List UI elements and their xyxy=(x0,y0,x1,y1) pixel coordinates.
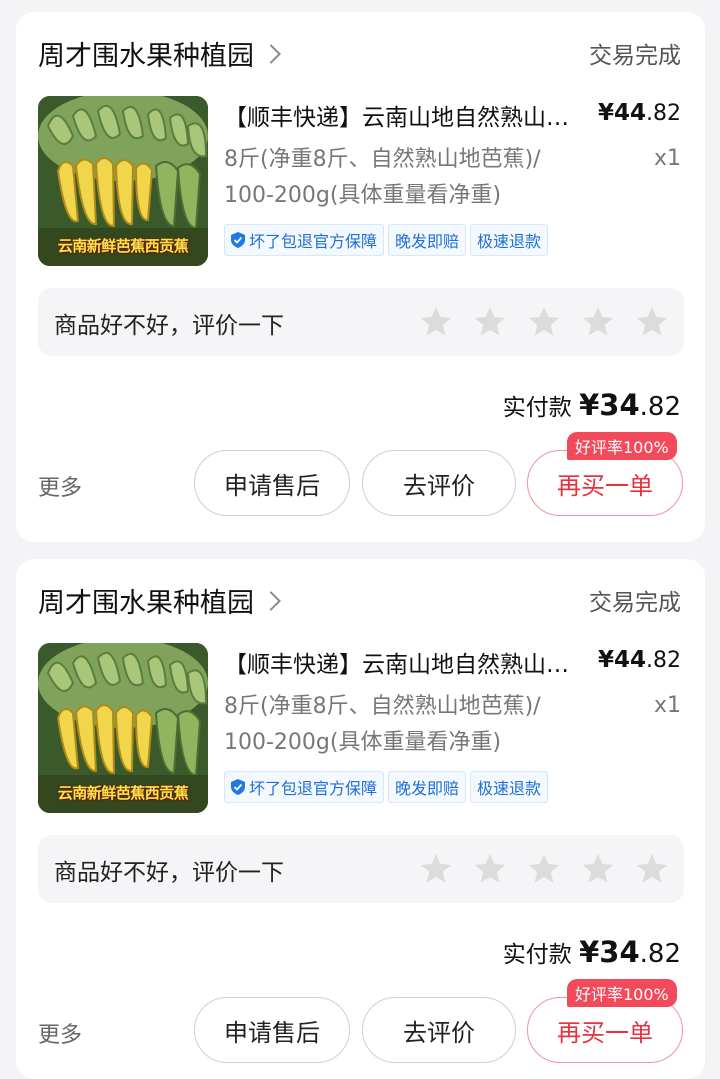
shield-check-icon xyxy=(231,779,245,795)
star-icon[interactable] xyxy=(472,851,508,887)
review-button[interactable]: 去评价 xyxy=(362,450,516,516)
product-title[interactable]: 【顺丰快递】云南山地自然熟山地芭蕉 xyxy=(224,645,584,679)
service-tag-label: 坏了包退官方保障 xyxy=(249,232,378,251)
star-icon[interactable] xyxy=(634,851,670,887)
star-icon[interactable] xyxy=(634,304,670,340)
rating-stars xyxy=(418,851,670,887)
price-cents: .82 xyxy=(646,648,681,673)
spec-line: 100-200g(具体重量看净重) xyxy=(224,730,502,755)
spec-line: 8斤(净重8斤、自然熟山地芭蕉)/ xyxy=(224,694,541,719)
service-tag-label: 坏了包退官方保障 xyxy=(249,779,378,798)
price-integer: 44 xyxy=(613,647,646,673)
product-quantity: x1 xyxy=(653,146,681,171)
after-sale-button[interactable]: 申请售后 xyxy=(194,997,350,1063)
order-status: 交易完成 xyxy=(589,590,681,616)
more-button[interactable]: 更多 xyxy=(38,470,82,502)
positive-rate-badge: 好评率100% xyxy=(567,979,677,1007)
review-prompt-box: 商品好不好，评价一下 xyxy=(38,835,684,903)
paid-amount: 实付款 ¥34.82 xyxy=(503,388,681,422)
shop-link[interactable]: 周才围水果种植园 xyxy=(38,34,281,73)
star-icon[interactable] xyxy=(472,304,508,340)
review-button[interactable]: 去评价 xyxy=(362,997,516,1063)
star-icon[interactable] xyxy=(418,304,454,340)
product-image[interactable]: 云南新鲜芭蕉西贡蕉 xyxy=(38,643,208,813)
shield-check-icon xyxy=(231,232,245,248)
price-integer: 44 xyxy=(613,100,646,126)
service-tag: 晚发即赔 xyxy=(388,771,467,803)
price-symbol: ¥ xyxy=(597,647,614,673)
product-spec: 8斤(净重8斤、自然熟山地芭蕉)/ 100-200g(具体重量看净重) xyxy=(224,142,624,214)
rating-stars xyxy=(418,304,670,340)
spec-line: 100-200g(具体重量看净重) xyxy=(224,183,502,208)
product-image-caption: 云南新鲜芭蕉西贡蕉 xyxy=(57,784,189,802)
review-prompt-box: 商品好不好，评价一下 xyxy=(38,288,684,356)
paid-value: ¥34.82 xyxy=(579,935,681,969)
star-icon[interactable] xyxy=(580,304,616,340)
positive-rate-badge: 好评率100% xyxy=(567,432,677,460)
service-tag: 极速退款 xyxy=(470,771,549,803)
paid-symbol: ¥ xyxy=(579,388,600,422)
product-image-caption: 云南新鲜芭蕉西贡蕉 xyxy=(57,237,189,255)
product-price: ¥44.82 xyxy=(598,100,681,126)
shop-link[interactable]: 周才围水果种植园 xyxy=(38,581,281,620)
paid-cents: .82 xyxy=(639,392,681,422)
order-card: 周才围水果种植园 交易完成 云南新鲜芭蕉西贡蕉 【顺丰快递】云南山地自然熟山地芭… xyxy=(16,559,705,1079)
paid-label: 实付款 xyxy=(502,395,572,421)
paid-symbol: ¥ xyxy=(579,935,600,969)
service-tags: 坏了包退官方保障 晚发即赔 极速退款 xyxy=(224,224,549,256)
paid-label: 实付款 xyxy=(502,942,572,968)
order-card: 周才围水果种植园 交易完成 云南新鲜芭蕉西贡蕉 【顺丰快递】云南山地自然熟山地芭… xyxy=(16,12,705,542)
price-cents: .82 xyxy=(646,101,681,126)
product-spec: 8斤(净重8斤、自然熟山地芭蕉)/ 100-200g(具体重量看净重) xyxy=(224,689,624,761)
paid-value: ¥34.82 xyxy=(579,388,681,422)
service-tag: 坏了包退官方保障 xyxy=(224,771,385,803)
product-image[interactable]: 云南新鲜芭蕉西贡蕉 xyxy=(38,96,208,266)
star-icon[interactable] xyxy=(526,304,562,340)
order-status: 交易完成 xyxy=(589,43,681,69)
product-price: ¥44.82 xyxy=(598,647,681,673)
price-symbol: ¥ xyxy=(597,100,614,126)
star-icon[interactable] xyxy=(526,851,562,887)
service-tag: 晚发即赔 xyxy=(388,224,467,256)
service-tags: 坏了包退官方保障 晚发即赔 极速退款 xyxy=(224,771,549,803)
paid-amount: 实付款 ¥34.82 xyxy=(503,935,681,969)
shop-name: 周才围水果种植园 xyxy=(38,588,254,619)
chevron-right-icon xyxy=(261,43,281,64)
review-prompt: 商品好不好，评价一下 xyxy=(54,860,284,886)
review-prompt: 商品好不好，评价一下 xyxy=(54,313,284,339)
service-tag: 坏了包退官方保障 xyxy=(224,224,385,256)
chevron-right-icon xyxy=(261,590,281,611)
star-icon[interactable] xyxy=(580,851,616,887)
paid-integer: 34 xyxy=(599,935,640,969)
product-title[interactable]: 【顺丰快递】云南山地自然熟山地芭蕉 xyxy=(224,98,584,132)
after-sale-button[interactable]: 申请售后 xyxy=(194,450,350,516)
service-tag: 极速退款 xyxy=(470,224,549,256)
shop-name: 周才围水果种植园 xyxy=(38,41,254,72)
paid-integer: 34 xyxy=(599,388,640,422)
paid-cents: .82 xyxy=(639,939,681,969)
star-icon[interactable] xyxy=(418,851,454,887)
more-button[interactable]: 更多 xyxy=(38,1017,82,1049)
product-quantity: x1 xyxy=(653,693,681,718)
spec-line: 8斤(净重8斤、自然熟山地芭蕉)/ xyxy=(224,147,541,172)
